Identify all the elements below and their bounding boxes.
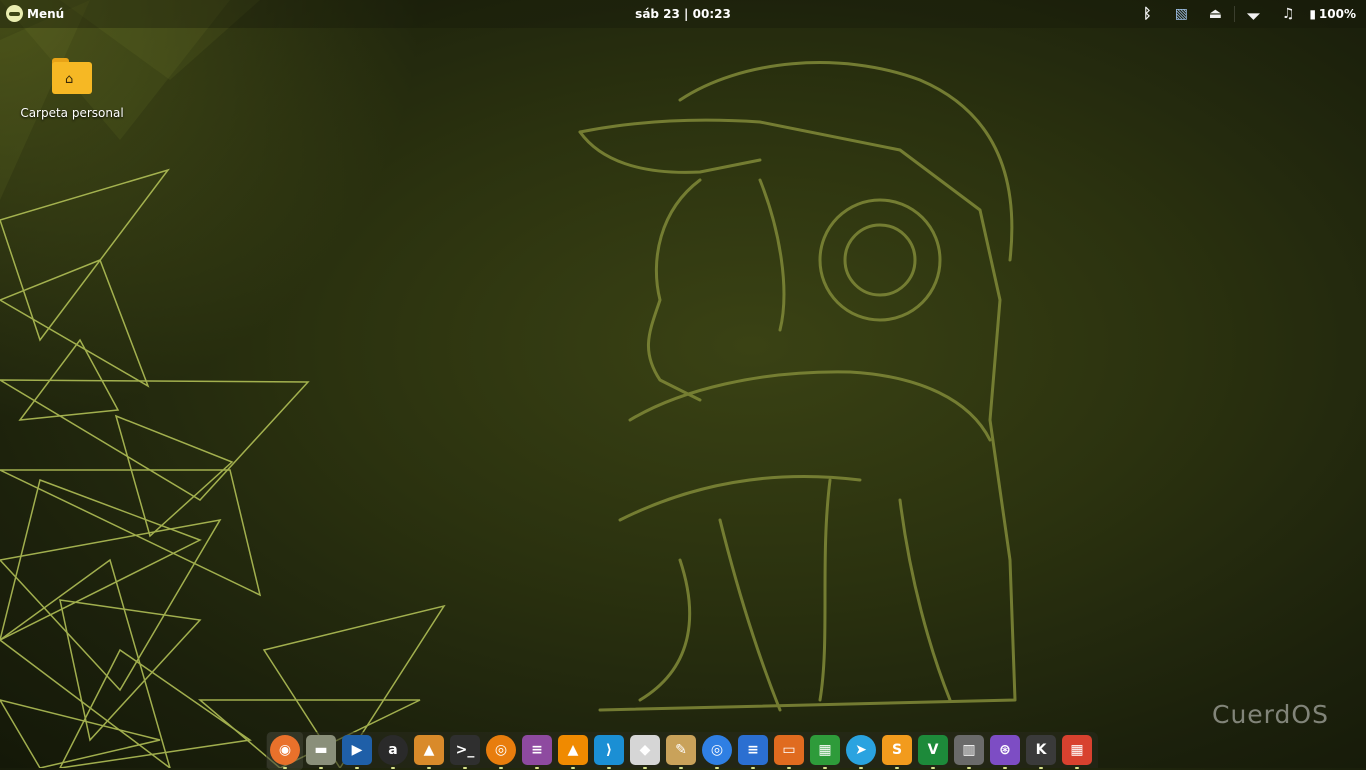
- running-indicator: [859, 767, 863, 769]
- amazon-icon: a: [388, 742, 398, 758]
- dock-item-telegram[interactable]: ➤: [846, 735, 876, 769]
- battery-icon: ▮: [1309, 7, 1316, 21]
- dock-item-system-monitor[interactable]: ⊛: [990, 735, 1020, 769]
- desktop-icon-label: Carpeta personal: [20, 106, 124, 120]
- desktop-wallpaper: [0, 0, 1017, 768]
- running-indicator: [787, 767, 791, 769]
- vim-icon: V: [927, 742, 939, 758]
- software-store-icon: ◆: [639, 742, 651, 758]
- dock-item-media-player[interactable]: ▶: [342, 735, 372, 769]
- running-indicator: [1003, 767, 1007, 769]
- running-indicator: [751, 767, 755, 769]
- vscode-icon: ⟩: [605, 742, 613, 758]
- top-panel: Menú sáb 23 | 00:23 ᛒ ▧ ⏏ ◥ ♫ ▮ 100%: [0, 0, 1366, 28]
- dock-item-software-store[interactable]: ◆: [630, 735, 660, 769]
- dock-item-file-manager[interactable]: ▬: [306, 735, 336, 769]
- running-indicator: [535, 767, 539, 769]
- dock-item-amazon[interactable]: a: [378, 735, 408, 769]
- running-indicator: [1075, 767, 1079, 769]
- dock-item-terminal[interactable]: >_: [450, 735, 480, 769]
- running-indicator: [607, 767, 611, 769]
- firewall-icon: ▦: [1070, 742, 1084, 758]
- home-folder-icon: ⌂: [52, 58, 92, 94]
- eject-drive-icon[interactable]: ⏏: [1198, 4, 1232, 24]
- running-indicator: [391, 767, 395, 769]
- running-indicator: [499, 767, 503, 769]
- dock-item-image-viewer[interactable]: ▲: [414, 735, 444, 769]
- sublime-text-icon: S: [891, 742, 903, 758]
- dock-item-trash[interactable]: ▥: [954, 735, 984, 769]
- running-indicator: [679, 767, 683, 769]
- clock[interactable]: sáb 23 | 00:23: [635, 7, 731, 21]
- trash-icon: ▥: [962, 742, 976, 758]
- bluetooth-icon[interactable]: ᛒ: [1130, 4, 1164, 24]
- running-indicator: [895, 767, 899, 769]
- running-indicator: [1039, 767, 1043, 769]
- dock-item-kde-app[interactable]: K: [1026, 735, 1056, 769]
- music-note-icon[interactable]: ♫: [1271, 4, 1305, 24]
- firefox-icon: ◉: [278, 742, 292, 758]
- spreadsheet-icon: ▦: [818, 742, 832, 758]
- media-player-icon: ▶: [351, 742, 363, 758]
- system-tray: ᛒ ▧ ⏏ ◥ ♫ ▮ 100%: [1130, 4, 1356, 24]
- application-dock: ◉ ▬ ▶ a ▲ >_ ◎ ≡ ▲ ⟩ ◆ ✎ ◎ ≡ ▭ ▦ ➤ S V ▥ ⊛ K ▦: [266, 732, 1098, 770]
- image-viewer-icon: ▲: [423, 742, 435, 758]
- running-indicator: [427, 767, 431, 769]
- menu-label: Menú: [27, 6, 65, 21]
- dock-item-presentation[interactable]: ▭: [774, 735, 804, 769]
- chromium-icon: ◎: [710, 742, 724, 758]
- desktop-icon-home-folder[interactable]: ⌂ Carpeta personal: [18, 58, 126, 120]
- vlc-icon: ▲: [567, 742, 579, 758]
- running-indicator: [571, 767, 575, 769]
- dock-item-firefox[interactable]: ◉: [267, 732, 303, 770]
- running-indicator: [283, 767, 287, 769]
- system-monitor-icon: ⊛: [999, 742, 1011, 758]
- telegram-icon: ➤: [855, 742, 867, 758]
- dock-item-firewall[interactable]: ▦: [1062, 735, 1092, 769]
- dock-item-sublime-text[interactable]: S: [882, 735, 912, 769]
- running-indicator: [823, 767, 827, 769]
- dock-item-cleaner[interactable]: ✎: [666, 735, 696, 769]
- tasks-app-icon: ≡: [531, 742, 543, 758]
- battery-level: 100%: [1318, 7, 1356, 21]
- battery-indicator[interactable]: ▮ 100%: [1309, 7, 1356, 21]
- presentation-icon: ▭: [782, 742, 796, 758]
- running-indicator: [643, 767, 647, 769]
- text-document-icon: ≡: [747, 742, 759, 758]
- dock-item-text-document[interactable]: ≡: [738, 735, 768, 769]
- dock-item-vim[interactable]: V: [918, 735, 948, 769]
- distro-logo-icon: [6, 5, 23, 22]
- running-indicator: [463, 767, 467, 769]
- screenshot-tool-icon[interactable]: ▧: [1164, 4, 1198, 24]
- running-indicator: [355, 767, 359, 769]
- distro-watermark: CuerdOS: [1212, 700, 1329, 729]
- application-menu-button[interactable]: Menú: [6, 5, 64, 22]
- terminal-icon: >_: [455, 742, 475, 758]
- running-indicator: [967, 767, 971, 769]
- running-indicator: [715, 767, 719, 769]
- file-manager-icon: ▬: [314, 742, 328, 758]
- dock-item-vscode[interactable]: ⟩: [594, 735, 624, 769]
- running-indicator: [319, 767, 323, 769]
- cleaner-icon: ✎: [675, 742, 687, 758]
- running-indicator: [931, 767, 935, 769]
- blender-icon: ◎: [494, 742, 508, 758]
- dock-item-vlc[interactable]: ▲: [558, 735, 588, 769]
- dock-item-blender[interactable]: ◎: [486, 735, 516, 769]
- dock-item-spreadsheet[interactable]: ▦: [810, 735, 840, 769]
- dock-item-tasks-app[interactable]: ≡: [522, 735, 552, 769]
- kde-app-icon: K: [1035, 742, 1047, 758]
- dock-item-chromium[interactable]: ◎: [702, 735, 732, 769]
